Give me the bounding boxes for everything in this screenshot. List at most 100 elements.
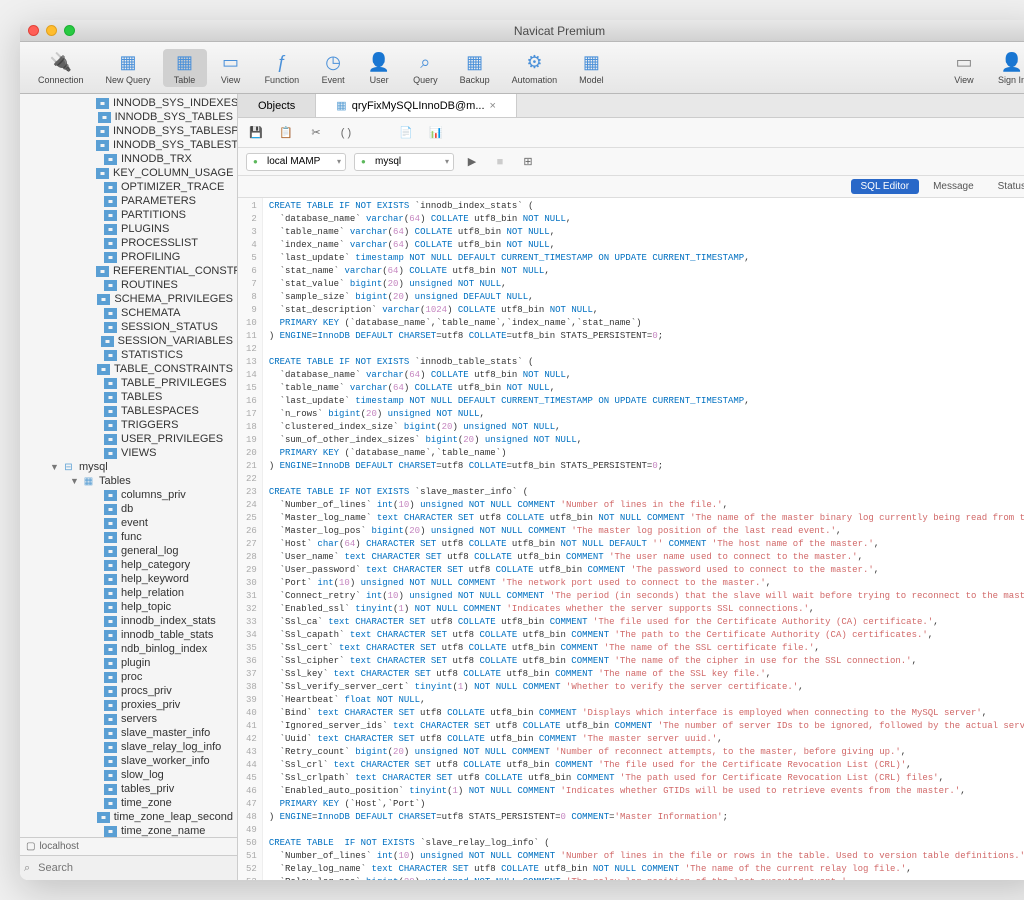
table-INNODB_SYS_TABLESPACES[interactable]: INNODB_SYS_TABLESPACES [20, 124, 237, 138]
table-procs_priv[interactable]: procs_priv [20, 684, 237, 698]
table-SCHEMA_PRIVILEGES[interactable]: SCHEMA_PRIVILEGES [20, 292, 237, 306]
table-help_relation[interactable]: help_relation [20, 586, 237, 600]
table-slave_worker_info[interactable]: slave_worker_info [20, 754, 237, 768]
table-INNODB_SYS_INDEXES[interactable]: INNODB_SYS_INDEXES [20, 96, 237, 110]
tree-icon [104, 420, 117, 431]
table-time_zone[interactable]: time_zone [20, 796, 237, 810]
tree-label: PLUGINS [121, 223, 169, 235]
table-TRIGGERS[interactable]: TRIGGERS [20, 418, 237, 432]
export-icon[interactable]: 📄 [396, 123, 416, 143]
table-PARTITIONS[interactable]: PARTITIONS [20, 208, 237, 222]
line-gutter: 1 2 3 4 5 6 7 8 9 10 11 12 13 14 15 16 1… [238, 198, 263, 880]
chart-icon[interactable]: 📊 [426, 123, 446, 143]
table-proc[interactable]: proc [20, 670, 237, 684]
table-PARAMETERS[interactable]: PARAMETERS [20, 194, 237, 208]
database-select[interactable]: mysql [354, 153, 454, 171]
table-REFERENTIAL_CONSTRAINTS[interactable]: REFERENTIAL_CONSTRAINTS [20, 264, 237, 278]
tables-folder[interactable]: ▼▦Tables [20, 474, 237, 488]
table-innodb_table_stats[interactable]: innodb_table_stats [20, 628, 237, 642]
table-help_topic[interactable]: help_topic [20, 600, 237, 614]
table-servers[interactable]: servers [20, 712, 237, 726]
table-PLUGINS[interactable]: PLUGINS [20, 222, 237, 236]
table-TABLES[interactable]: TABLES [20, 390, 237, 404]
tool-event[interactable]: ◷Event [311, 49, 355, 87]
table-TABLE_CONSTRAINTS[interactable]: TABLE_CONSTRAINTS [20, 362, 237, 376]
sql-code[interactable]: CREATE TABLE IF NOT EXISTS `innodb_index… [263, 198, 1024, 880]
table-proxies_priv[interactable]: proxies_priv [20, 698, 237, 712]
tool-query[interactable]: ⌕Query [403, 49, 448, 87]
table-PROFILING[interactable]: PROFILING [20, 250, 237, 264]
search-input[interactable] [34, 860, 233, 876]
tree-icon [104, 700, 117, 711]
tab-objects[interactable]: Objects [238, 94, 316, 117]
tool-backup[interactable]: ▦Backup [450, 49, 500, 87]
table-INNODB_TRX[interactable]: INNODB_TRX [20, 152, 237, 166]
table-help_keyword[interactable]: help_keyword [20, 572, 237, 586]
table-tables_priv[interactable]: tables_priv [20, 782, 237, 796]
table-innodb_index_stats[interactable]: innodb_index_stats [20, 614, 237, 628]
table-plugin[interactable]: plugin [20, 656, 237, 670]
tool-new-query[interactable]: ▦New Query [96, 49, 161, 87]
tool-function[interactable]: ƒFunction [255, 49, 310, 87]
server-select[interactable]: local MAMP [246, 153, 346, 171]
tool-table[interactable]: ▦Table [163, 49, 207, 87]
table-SESSION_VARIABLES[interactable]: SESSION_VARIABLES [20, 334, 237, 348]
explain-icon[interactable]: ⊞ [518, 152, 538, 172]
modetab-sql-editor[interactable]: SQL Editor [851, 179, 920, 194]
connection-tree[interactable]: INNODB_SYS_INDEXESINNODB_SYS_TABLESINNOD… [20, 94, 237, 837]
table-event[interactable]: event [20, 516, 237, 530]
table-help_category[interactable]: help_category [20, 558, 237, 572]
cut-icon[interactable]: ✂ [306, 123, 326, 143]
table-slave_master_info[interactable]: slave_master_info [20, 726, 237, 740]
tool-view-mode[interactable]: ▭View [942, 49, 986, 87]
modetab-message[interactable]: Message [923, 179, 984, 194]
host-icon: ▢ [26, 841, 35, 852]
table-SCHEMATA[interactable]: SCHEMATA [20, 306, 237, 320]
run-icon[interactable]: ▶ [462, 152, 482, 172]
tree-label: time_zone_name [121, 825, 205, 837]
tool-model[interactable]: ▦Model [569, 49, 614, 87]
tab-qryfixmysqlinnodb-m-[interactable]: ▦qryFixMySQLInnoDB@m...× [316, 94, 517, 117]
table-OPTIMIZER_TRACE[interactable]: OPTIMIZER_TRACE [20, 180, 237, 194]
save-icon[interactable]: 💾 [246, 123, 266, 143]
table-INNODB_SYS_TABLES[interactable]: INNODB_SYS_TABLES [20, 110, 237, 124]
tool-view[interactable]: ▭View [209, 49, 253, 87]
db-mysql[interactable]: ▼⊟mysql [20, 460, 237, 474]
tool-user[interactable]: 👤User [357, 49, 401, 87]
table-slow_log[interactable]: slow_log [20, 768, 237, 782]
table-STATISTICS[interactable]: STATISTICS [20, 348, 237, 362]
table-ROUTINES[interactable]: ROUTINES [20, 278, 237, 292]
table-TABLESPACES[interactable]: TABLESPACES [20, 404, 237, 418]
stop-icon[interactable]: ■ [490, 152, 510, 172]
close-icon[interactable]: × [490, 100, 496, 112]
table-func[interactable]: func [20, 530, 237, 544]
sql-editor[interactable]: 1 2 3 4 5 6 7 8 9 10 11 12 13 14 15 16 1… [238, 198, 1024, 880]
tool-automation[interactable]: ⚙Automation [502, 49, 568, 87]
modetab-status[interactable]: Status [988, 179, 1024, 194]
table-time_zone_name[interactable]: time_zone_name [20, 824, 237, 837]
maximize-window-icon[interactable] [64, 25, 75, 36]
table-general_log[interactable]: general_log [20, 544, 237, 558]
minimize-window-icon[interactable] [46, 25, 57, 36]
tree-icon [104, 826, 117, 837]
paren-icon[interactable]: ( ) [336, 123, 356, 143]
table-time_zone_leap_second[interactable]: time_zone_leap_second [20, 810, 237, 824]
copy-icon[interactable]: 📋 [276, 123, 296, 143]
table-INNODB_SYS_TABLESTATS[interactable]: INNODB_SYS_TABLESTATS [20, 138, 237, 152]
table-PROCESSLIST[interactable]: PROCESSLIST [20, 236, 237, 250]
tool-label: User [370, 75, 389, 85]
close-window-icon[interactable] [28, 25, 39, 36]
table-KEY_COLUMN_USAGE[interactable]: KEY_COLUMN_USAGE [20, 166, 237, 180]
tool-sign-in[interactable]: 👤Sign In [988, 49, 1024, 87]
tool-connection[interactable]: 🔌Connection [28, 49, 94, 87]
tree-label: PARAMETERS [121, 195, 196, 207]
table-columns_priv[interactable]: columns_priv [20, 488, 237, 502]
table-SESSION_STATUS[interactable]: SESSION_STATUS [20, 320, 237, 334]
table-VIEWS[interactable]: VIEWS [20, 446, 237, 460]
table-TABLE_PRIVILEGES[interactable]: TABLE_PRIVILEGES [20, 376, 237, 390]
editor-tabs: Objects▦qryFixMySQLInnoDB@m...× [238, 94, 1024, 118]
table-USER_PRIVILEGES[interactable]: USER_PRIVILEGES [20, 432, 237, 446]
table-db[interactable]: db [20, 502, 237, 516]
table-ndb_binlog_index[interactable]: ndb_binlog_index [20, 642, 237, 656]
table-slave_relay_log_info[interactable]: slave_relay_log_info [20, 740, 237, 754]
